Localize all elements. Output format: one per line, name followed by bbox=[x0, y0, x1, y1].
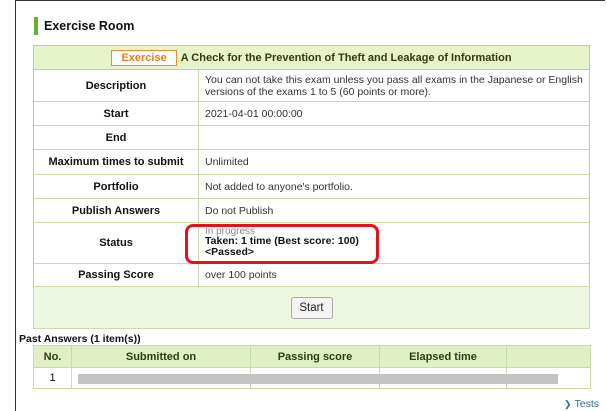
end-label: End bbox=[34, 126, 199, 149]
redacted-bar bbox=[78, 374, 558, 384]
exercise-header: Exercise A Check for the Prevention of T… bbox=[34, 46, 589, 70]
start-button[interactable]: Start bbox=[290, 296, 333, 319]
end-value bbox=[199, 126, 589, 149]
max-submit-value: Unlimited bbox=[205, 156, 249, 168]
passing-score-label: Passing Score bbox=[34, 264, 199, 286]
portfolio-label: Portfolio bbox=[34, 175, 199, 198]
column-header-passing-score: Passing score bbox=[250, 345, 380, 368]
column-header-no: No. bbox=[33, 345, 72, 368]
passing-score-value: over 100 points bbox=[205, 269, 277, 281]
info-row-description: Description You can not take this exam u… bbox=[34, 70, 589, 102]
info-row-end: End bbox=[34, 126, 589, 150]
chevron-right-icon: ❯ bbox=[564, 398, 572, 409]
max-submit-label: Maximum times to submit bbox=[34, 150, 199, 174]
description-label: Description bbox=[34, 70, 199, 101]
table-row[interactable]: 1 bbox=[33, 367, 591, 389]
portfolio-value: Not added to anyone's portfolio. bbox=[205, 180, 353, 193]
room-title-accent-bar bbox=[34, 17, 38, 35]
tests-link-label: Tests bbox=[574, 398, 600, 410]
description-value: You can not take this exam unless you pa… bbox=[205, 73, 583, 98]
room-header: Exercise Room bbox=[34, 17, 134, 35]
info-row-publish-answers: Publish Answers Do not Publish bbox=[34, 199, 589, 223]
status-highlight-box bbox=[185, 224, 379, 264]
tests-link[interactable]: ❯ Tests bbox=[564, 398, 599, 410]
row-number: 1 bbox=[33, 367, 72, 389]
past-answers-table: No. Submitted on Passing score Elapsed t… bbox=[33, 345, 591, 389]
column-header-elapsed-time: Elapsed time bbox=[379, 345, 507, 368]
past-answers-title: Past Answers (1 item(s)) bbox=[19, 333, 141, 345]
publish-answers-label: Publish Answers bbox=[34, 199, 199, 222]
page-title: Exercise Room bbox=[44, 19, 135, 33]
table-header-row: No. Submitted on Passing score Elapsed t… bbox=[33, 345, 591, 368]
info-row-portfolio: Portfolio Not added to anyone's portfoli… bbox=[34, 175, 589, 199]
exercise-badge: Exercise bbox=[111, 49, 177, 66]
start-panel: Start bbox=[33, 286, 590, 329]
start-label: Start bbox=[34, 102, 199, 125]
exercise-title: A Check for the Prevention of Theft and … bbox=[180, 51, 512, 64]
info-row-start: Start 2021-04-01 00:00:00 bbox=[34, 102, 589, 126]
start-value: 2021-04-01 00:00:00 bbox=[205, 107, 303, 120]
column-header-actions bbox=[506, 345, 591, 368]
status-label: Status bbox=[34, 223, 199, 263]
info-row-max-submit: Maximum times to submit Unlimited bbox=[34, 150, 589, 175]
submitted-on-cell bbox=[71, 367, 558, 389]
info-row-passing-score: Passing Score over 100 points bbox=[34, 264, 589, 286]
column-header-submitted-on: Submitted on bbox=[71, 345, 251, 368]
publish-answers-value: Do not Publish bbox=[205, 204, 274, 217]
